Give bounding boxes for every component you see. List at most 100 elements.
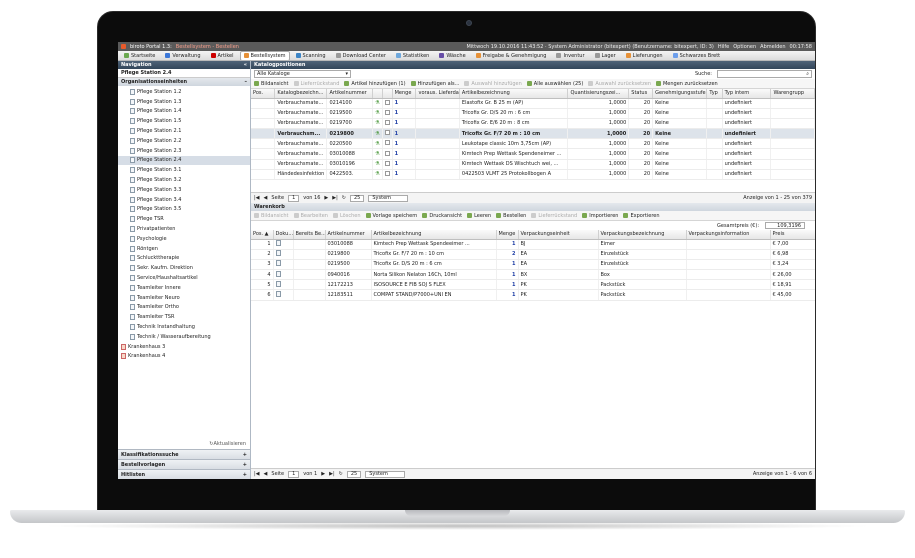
column-header[interactable]: Katalogbezeichn... — [274, 89, 328, 99]
column-header[interactable]: Status — [628, 89, 654, 99]
basket-button-1[interactable]: Bearbeiten — [293, 213, 328, 219]
tree-item[interactable]: Pflege Station 3.2 — [118, 175, 250, 185]
tree-item[interactable]: Pflege Station 2.3 — [118, 146, 250, 156]
column-header[interactable]: Doku... — [273, 230, 294, 240]
table-row[interactable]: Verbrauchsmate... 03010196 ⚗ 1 Kimtech Wetta… — [251, 159, 815, 170]
column-header[interactable]: Verpackungsbezeichnung — [598, 230, 687, 240]
table-row[interactable]: 3 0219500 Tricofix Gr. D/S 20 m : 6 cm 1 EA E… — [251, 259, 815, 271]
menu-item-1[interactable]: Verwaltung — [161, 51, 204, 60]
logout-link[interactable]: Abmelden — [760, 44, 785, 50]
column-header[interactable]: Menge — [392, 89, 417, 99]
refresh-button[interactable]: ↻ Aktualisieren — [118, 439, 250, 449]
catalog-button-3[interactable]: Hinzufügen als... — [410, 81, 459, 87]
basket-button-4[interactable]: Druckansicht — [422, 213, 462, 219]
basket-button-9[interactable]: Exportieren — [623, 213, 660, 219]
column-header[interactable]: Typ intern — [722, 89, 772, 99]
menu-item-9[interactable]: Inventur — [552, 51, 588, 60]
row-checkbox[interactable] — [384, 99, 390, 105]
menu-item-4[interactable]: Scanning — [292, 51, 330, 60]
menu-item-5[interactable]: Download Center — [332, 51, 390, 60]
tree-item-hospital[interactable]: Krankenhaus 3 — [118, 342, 250, 352]
column-header[interactable]: Preis — [770, 230, 815, 240]
menu-item-11[interactable]: Lieferungen — [622, 51, 667, 60]
catalog-button-1[interactable]: Lieferrückstand — [293, 81, 339, 87]
help-link[interactable]: Hilfe — [718, 44, 729, 50]
tree-item[interactable]: Pflege Station 1.5 — [118, 116, 250, 126]
column-header[interactable]: Artikelbezeichnung — [371, 230, 497, 240]
reload-icon[interactable]: ↻ — [342, 195, 346, 201]
column-header[interactable]: voraus. Lieferda... — [415, 89, 460, 99]
page-size-select[interactable]: 25 — [346, 470, 362, 478]
menu-item-3[interactable]: Bestellsystem — [239, 51, 290, 60]
table-row[interactable]: 1 03010088 Kimtech Prep Wettask Spendeeime… — [251, 239, 815, 250]
menu-item-0[interactable]: Startseite — [120, 51, 159, 60]
tree-item[interactable]: Service/Haushaltsartikel — [118, 273, 250, 283]
document-icon[interactable] — [275, 260, 281, 267]
section-order-templates[interactable]: Bestellvorlagen + — [118, 459, 250, 469]
basket-button-0[interactable]: Bildansicht — [254, 213, 289, 219]
column-header[interactable]: Warengrupp — [770, 89, 815, 99]
column-header[interactable] — [382, 89, 393, 99]
row-checkbox[interactable] — [384, 160, 390, 166]
last-page-button[interactable]: ▶| — [329, 471, 335, 477]
document-icon[interactable] — [275, 250, 281, 257]
row-checkbox[interactable] — [384, 170, 390, 176]
tree-item[interactable]: Pflege Station 1.3 — [118, 97, 250, 107]
column-header[interactable]: Typ — [706, 89, 723, 99]
column-header[interactable]: Artikelnummer — [326, 89, 374, 99]
basket-button-5[interactable]: Leeren — [467, 213, 491, 219]
prev-page-button[interactable]: ◀ — [264, 471, 268, 477]
collapse-sidebar-button[interactable]: « — [244, 62, 247, 68]
tree-item[interactable]: Pflege Station 1.2 — [118, 87, 250, 97]
document-icon[interactable] — [275, 240, 281, 247]
tree-item[interactable]: Privatpatienten — [118, 224, 250, 234]
tree-item-hospital[interactable]: Krankenhaus 4 — [118, 352, 250, 362]
tree-item[interactable]: Teamleiter TSR — [118, 312, 250, 322]
options-menu[interactable]: Optionen — [733, 44, 756, 50]
tree-item[interactable]: Sekr. Kaufm. Direktion — [118, 263, 250, 273]
table-row[interactable]: Verbrauchsm... 0219800 ⚗ 1 Tricofix Gr. F/7 … — [251, 128, 815, 140]
table-row[interactable]: 4 0940016 Norta Silikon Nelaton 16Ch, 10ml… — [251, 269, 815, 281]
page-size-select[interactable]: 25 — [350, 194, 365, 202]
menu-item-7[interactable]: Wäsche — [435, 51, 469, 60]
document-icon[interactable] — [275, 280, 281, 287]
document-icon[interactable] — [275, 270, 281, 277]
tree-item[interactable]: Technik Instandhaltung — [118, 322, 250, 332]
table-row[interactable]: 6 12183511 COMPAT STAND/P7000+UNI EN 1 PK Pac… — [251, 289, 815, 301]
reload-icon[interactable]: ↻ — [339, 471, 343, 477]
menu-item-10[interactable]: Lager — [591, 51, 620, 60]
column-header[interactable]: Bereits Be... — [293, 230, 326, 240]
basket-button-3[interactable]: Vorlage speichern — [365, 213, 417, 219]
tree-item[interactable]: Pflege Station 2.2 — [118, 136, 250, 146]
column-header[interactable]: Menge — [496, 230, 519, 240]
tree-item[interactable]: Pflege Station 3.5 — [118, 205, 250, 215]
column-header[interactable]: Artikelbezeichnung — [459, 89, 569, 99]
column-header[interactable]: Verpackungsinformation — [686, 230, 771, 240]
tree-item[interactable]: Schluckttherapie — [118, 254, 250, 264]
column-header[interactable] — [372, 89, 383, 99]
document-icon[interactable] — [275, 291, 281, 298]
row-checkbox[interactable] — [384, 150, 390, 156]
basket-button-2[interactable]: Löschen — [332, 213, 361, 219]
next-page-button[interactable]: ▶ — [321, 471, 325, 477]
column-header[interactable]: Genehmigungsstufe — [652, 89, 708, 99]
last-page-button[interactable]: ▶| — [332, 195, 338, 201]
catalog-button-2[interactable]: Artikel hinzufügen (1) — [344, 81, 406, 87]
section-hitlists[interactable]: Hitlisten + — [118, 469, 250, 479]
view-select[interactable]: System — [368, 194, 409, 202]
tree-item[interactable]: Röntgen — [118, 244, 250, 254]
section-classification[interactable]: Klassifikationssuche + — [118, 449, 250, 459]
row-checkbox[interactable] — [384, 140, 390, 146]
next-page-button[interactable]: ▶ — [324, 195, 328, 201]
row-checkbox[interactable] — [384, 119, 390, 125]
tree-item[interactable]: Teamleiter Innere — [118, 283, 250, 293]
tree-item[interactable]: Pflege TSR — [118, 214, 250, 224]
table-row[interactable]: Verbrauchsmate... 03010088 ⚗ 1 Kimtech Prep … — [251, 148, 815, 160]
first-page-button[interactable]: |◀ — [254, 471, 260, 477]
row-checkbox[interactable] — [384, 109, 390, 115]
menu-item-2[interactable]: Artikel — [207, 51, 238, 60]
row-checkbox[interactable] — [384, 130, 390, 136]
tree-item[interactable]: Psychologie — [118, 234, 250, 244]
menu-item-8[interactable]: Freigabe & Genehmigung — [472, 51, 551, 60]
basket-button-6[interactable]: Bestellen — [496, 213, 526, 219]
